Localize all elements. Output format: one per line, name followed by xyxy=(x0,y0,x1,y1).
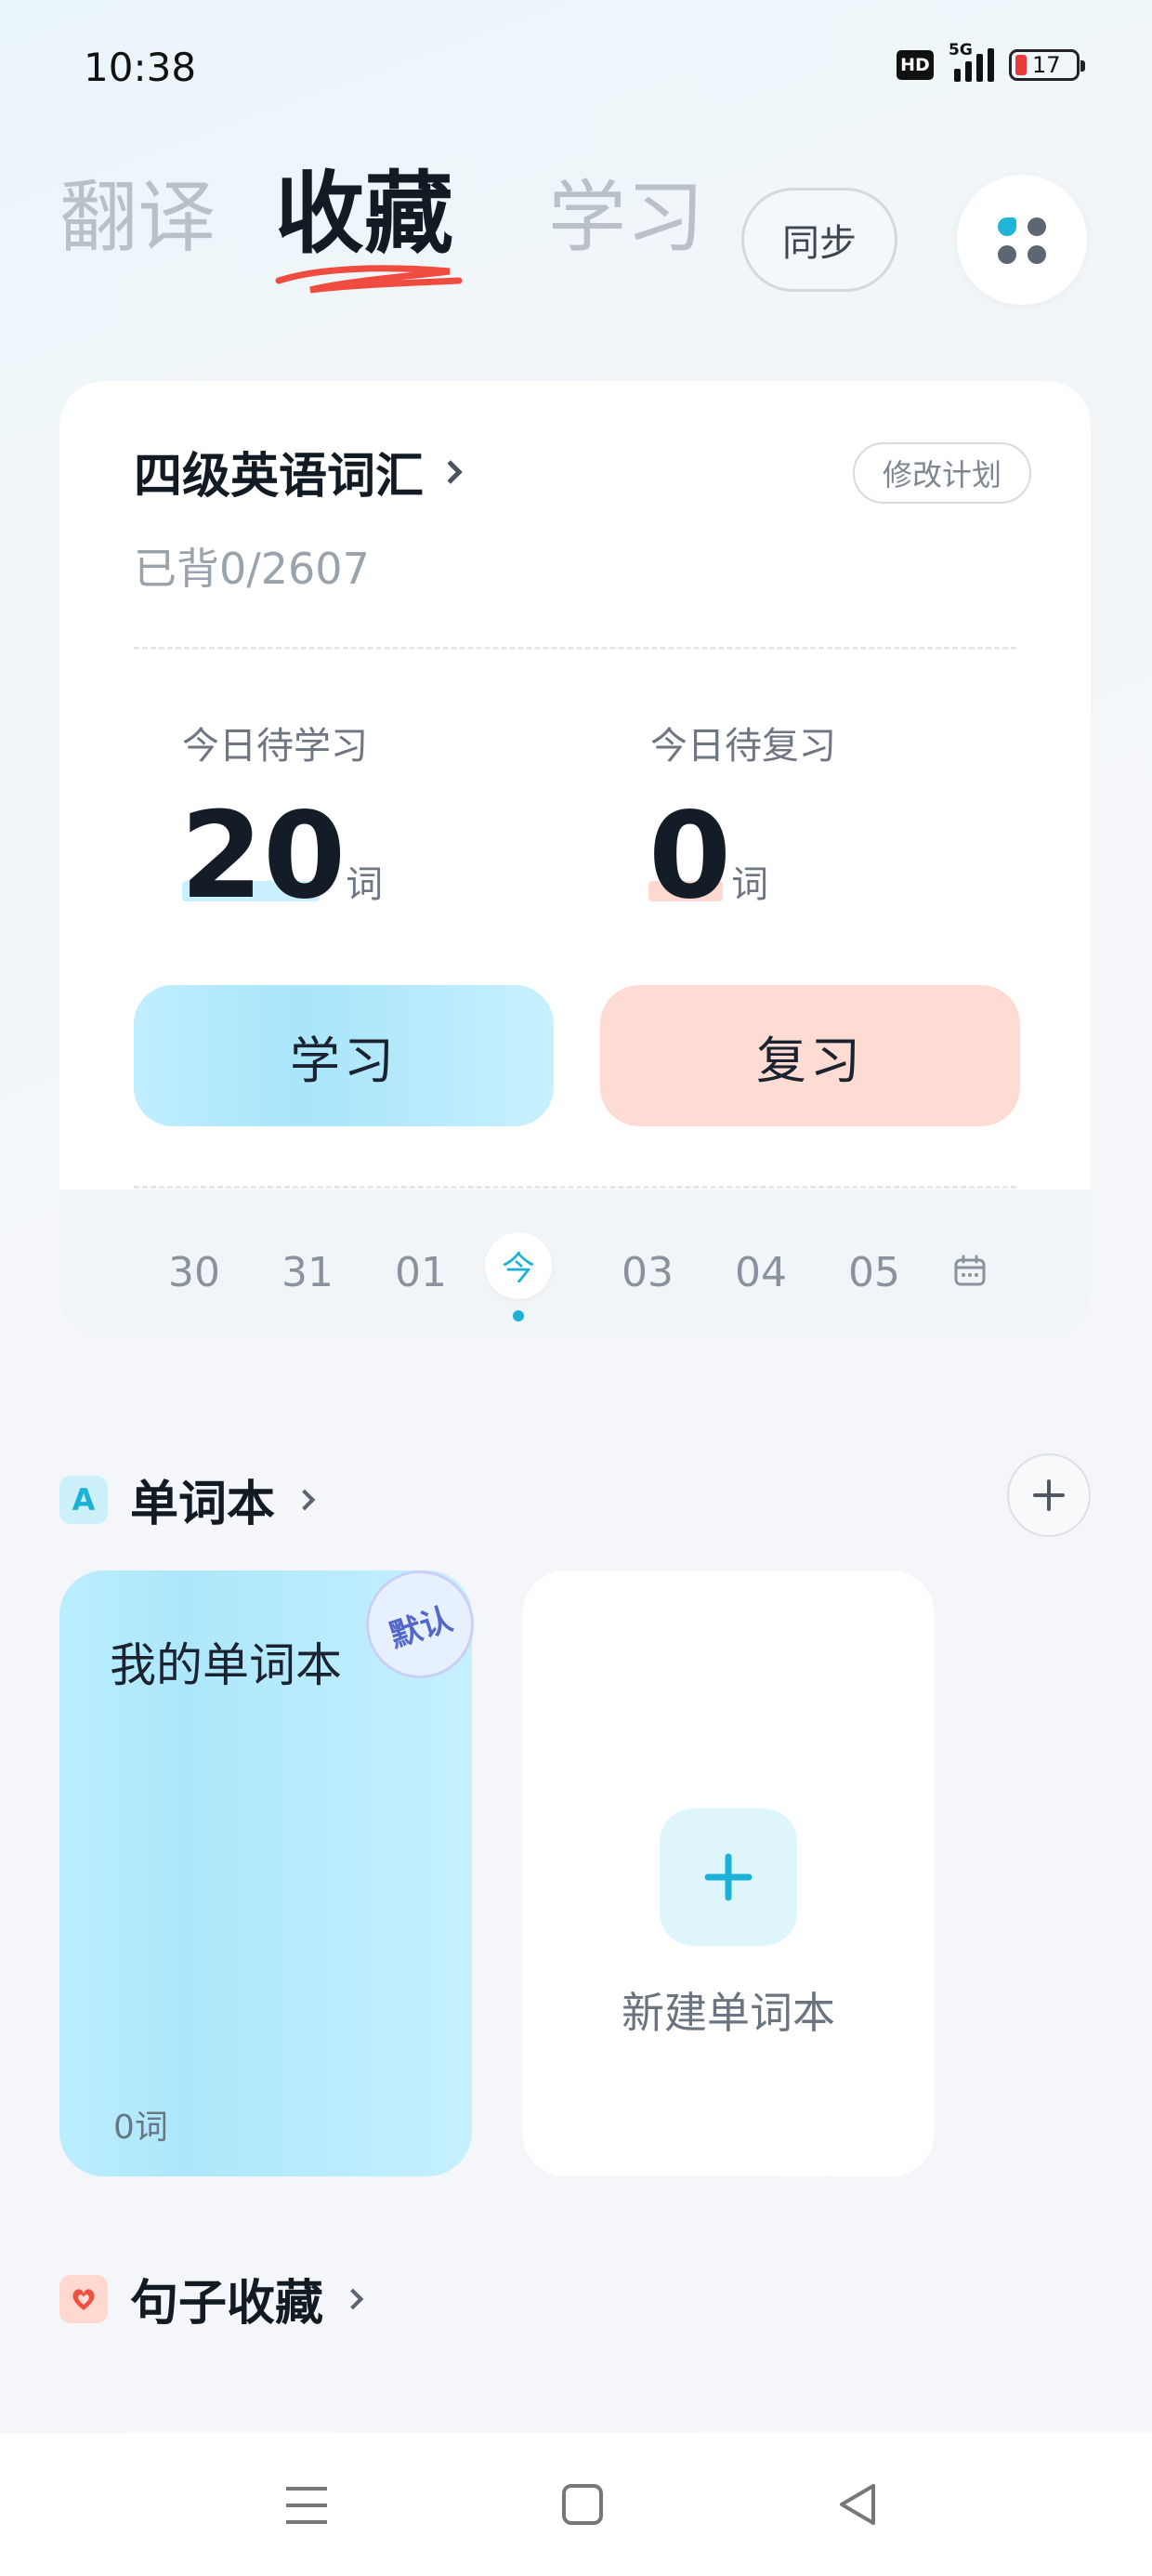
tab-translate[interactable]: 翻译 xyxy=(59,178,216,256)
divider xyxy=(134,1186,1016,1189)
sentence-section-header[interactable]: 句子收藏 xyxy=(59,2264,364,2333)
today-review-value: 0 xyxy=(648,787,732,926)
plan-title-text: 四级英语词汇 xyxy=(134,449,425,505)
default-badge: 默认 xyxy=(351,1556,489,1693)
selected-date-dot xyxy=(513,1310,524,1321)
review-button[interactable]: 复习 xyxy=(600,985,1020,1126)
menu-icon[interactable] xyxy=(284,2485,329,2526)
new-wordbook-plus-icon xyxy=(660,1808,797,1946)
word-unit: 词 xyxy=(731,863,769,906)
date-item[interactable]: 30 xyxy=(152,1249,236,1296)
system-nav-bar xyxy=(0,2433,1152,2576)
chevron-right-icon xyxy=(439,459,463,484)
tab-learn[interactable]: 学习 xyxy=(548,178,704,256)
back-triangle-icon[interactable] xyxy=(836,2481,879,2528)
divider xyxy=(134,647,1016,650)
status-time: 10:38 xyxy=(84,45,197,90)
wordbook-section-title: 单词本 xyxy=(130,1477,276,1532)
learn-button[interactable]: 学习 xyxy=(134,985,554,1126)
wordbook-icon: A xyxy=(59,1475,108,1524)
apps-grid-icon[interactable] xyxy=(957,175,1087,305)
today-learn-label: 今日待学习 xyxy=(182,725,368,768)
heart-icon xyxy=(59,2274,108,2323)
hd-icon: HD xyxy=(897,50,934,80)
chevron-right-icon xyxy=(294,1489,316,1510)
modify-plan-button[interactable]: 修改计划 xyxy=(853,442,1031,504)
today-review-label: 今日待复习 xyxy=(650,725,836,768)
plus-icon xyxy=(1033,1479,1065,1511)
calendar-icon[interactable] xyxy=(953,1255,987,1288)
today-learn-value: 20 xyxy=(180,787,347,926)
new-wordbook-label: 新建单词本 xyxy=(622,1988,835,2038)
network-type: 5G xyxy=(949,41,973,59)
home-square-icon[interactable] xyxy=(561,2483,604,2526)
signal-icon: 5G xyxy=(949,41,994,82)
date-item[interactable]: 31 xyxy=(266,1249,349,1296)
tab-collect[interactable]: 收藏 xyxy=(275,169,453,258)
add-wordbook-button[interactable] xyxy=(1007,1453,1091,1537)
date-item[interactable]: 04 xyxy=(719,1249,803,1296)
wordbook-card[interactable]: 我的单词本 0词 默认 xyxy=(59,1556,489,2176)
study-plan-card: 四级英语词汇 修改计划 已背0/2607 今日待学习 20词 今日待复习 0词 … xyxy=(59,381,1091,1338)
word-unit: 词 xyxy=(346,863,384,906)
plan-title[interactable]: 四级英语词汇 xyxy=(134,437,463,506)
date-item[interactable]: 01 xyxy=(379,1249,463,1296)
date-strip: 30 31 01 今 03 04 05 xyxy=(59,1189,1091,1338)
chevron-right-icon xyxy=(342,2288,364,2309)
today-learn-count: 20词 xyxy=(180,797,383,916)
plan-progress: 已背0/2607 xyxy=(134,544,370,594)
status-icons: HD 5G 17 xyxy=(897,41,1085,82)
new-wordbook-card[interactable]: 新建单词本 xyxy=(522,1571,935,2176)
battery-icon: 17 xyxy=(1009,49,1085,81)
wordbook-name: 我的单词本 xyxy=(110,1638,342,1692)
date-item[interactable]: 05 xyxy=(832,1249,916,1296)
sentence-section-title: 句子收藏 xyxy=(130,2276,324,2332)
battery-level: 17 xyxy=(1032,52,1061,78)
today-review-count: 0词 xyxy=(648,797,768,916)
date-item[interactable]: 03 xyxy=(606,1249,689,1296)
sync-button[interactable]: 同步 xyxy=(741,188,897,292)
wordbook-section-header[interactable]: A 单词本 xyxy=(59,1465,316,1534)
date-item-today[interactable]: 今 xyxy=(485,1232,552,1299)
wordbook-count: 0词 xyxy=(113,2109,168,2147)
active-tab-underline xyxy=(275,265,463,294)
